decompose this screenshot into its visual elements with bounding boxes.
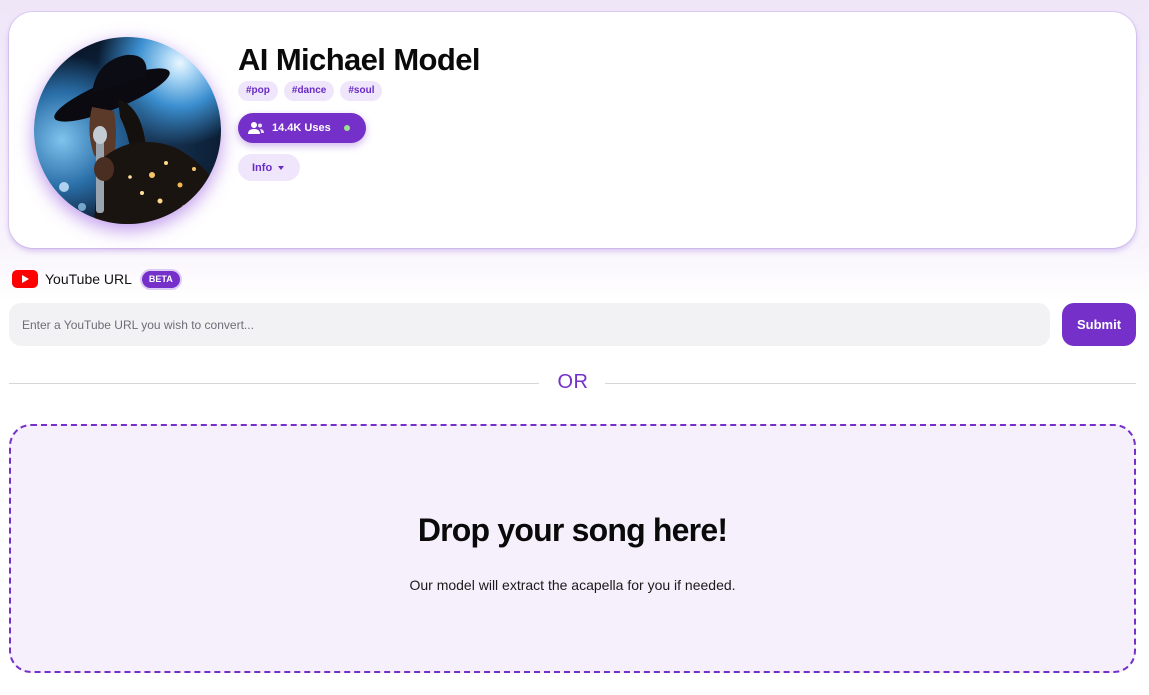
dropzone-title: Drop your song here! — [417, 512, 728, 548]
users-icon — [248, 121, 264, 135]
info-label: Info — [252, 161, 273, 174]
tag-dance[interactable]: #dance — [283, 81, 335, 101]
submit-button[interactable]: Submit — [1062, 303, 1136, 346]
youtube-url-header: YouTube URL BETA — [12, 268, 180, 290]
youtube-icon — [12, 270, 38, 288]
info-dropdown-button[interactable]: Info — [238, 154, 300, 181]
online-indicator — [343, 125, 350, 131]
tag-pop[interactable]: #pop — [238, 81, 278, 101]
youtube-url-input[interactable] — [9, 303, 1050, 346]
youtube-url-label: YouTube URL — [45, 271, 132, 287]
dropzone-subtitle: Our model will extract the acapella for … — [409, 577, 736, 593]
model-title: AI Michael Model — [238, 42, 480, 77]
model-avatar — [34, 37, 221, 224]
tag-list: #pop #dance #soul — [238, 81, 383, 101]
chevron-down-icon — [278, 165, 285, 170]
model-card: AI Michael Model #pop #dance #soul 14.4K… — [9, 12, 1136, 248]
beta-badge: BETA — [141, 270, 180, 288]
tag-soul[interactable]: #soul — [340, 81, 383, 101]
divider-line-left — [9, 383, 539, 384]
or-divider-label: OR — [557, 371, 589, 393]
uses-count: 14.4K Uses — [272, 122, 331, 134]
divider-line-right — [605, 383, 1136, 384]
song-dropzone[interactable]: Drop your song here! Our model will extr… — [9, 424, 1136, 673]
uses-badge: 14.4K Uses — [238, 113, 366, 143]
